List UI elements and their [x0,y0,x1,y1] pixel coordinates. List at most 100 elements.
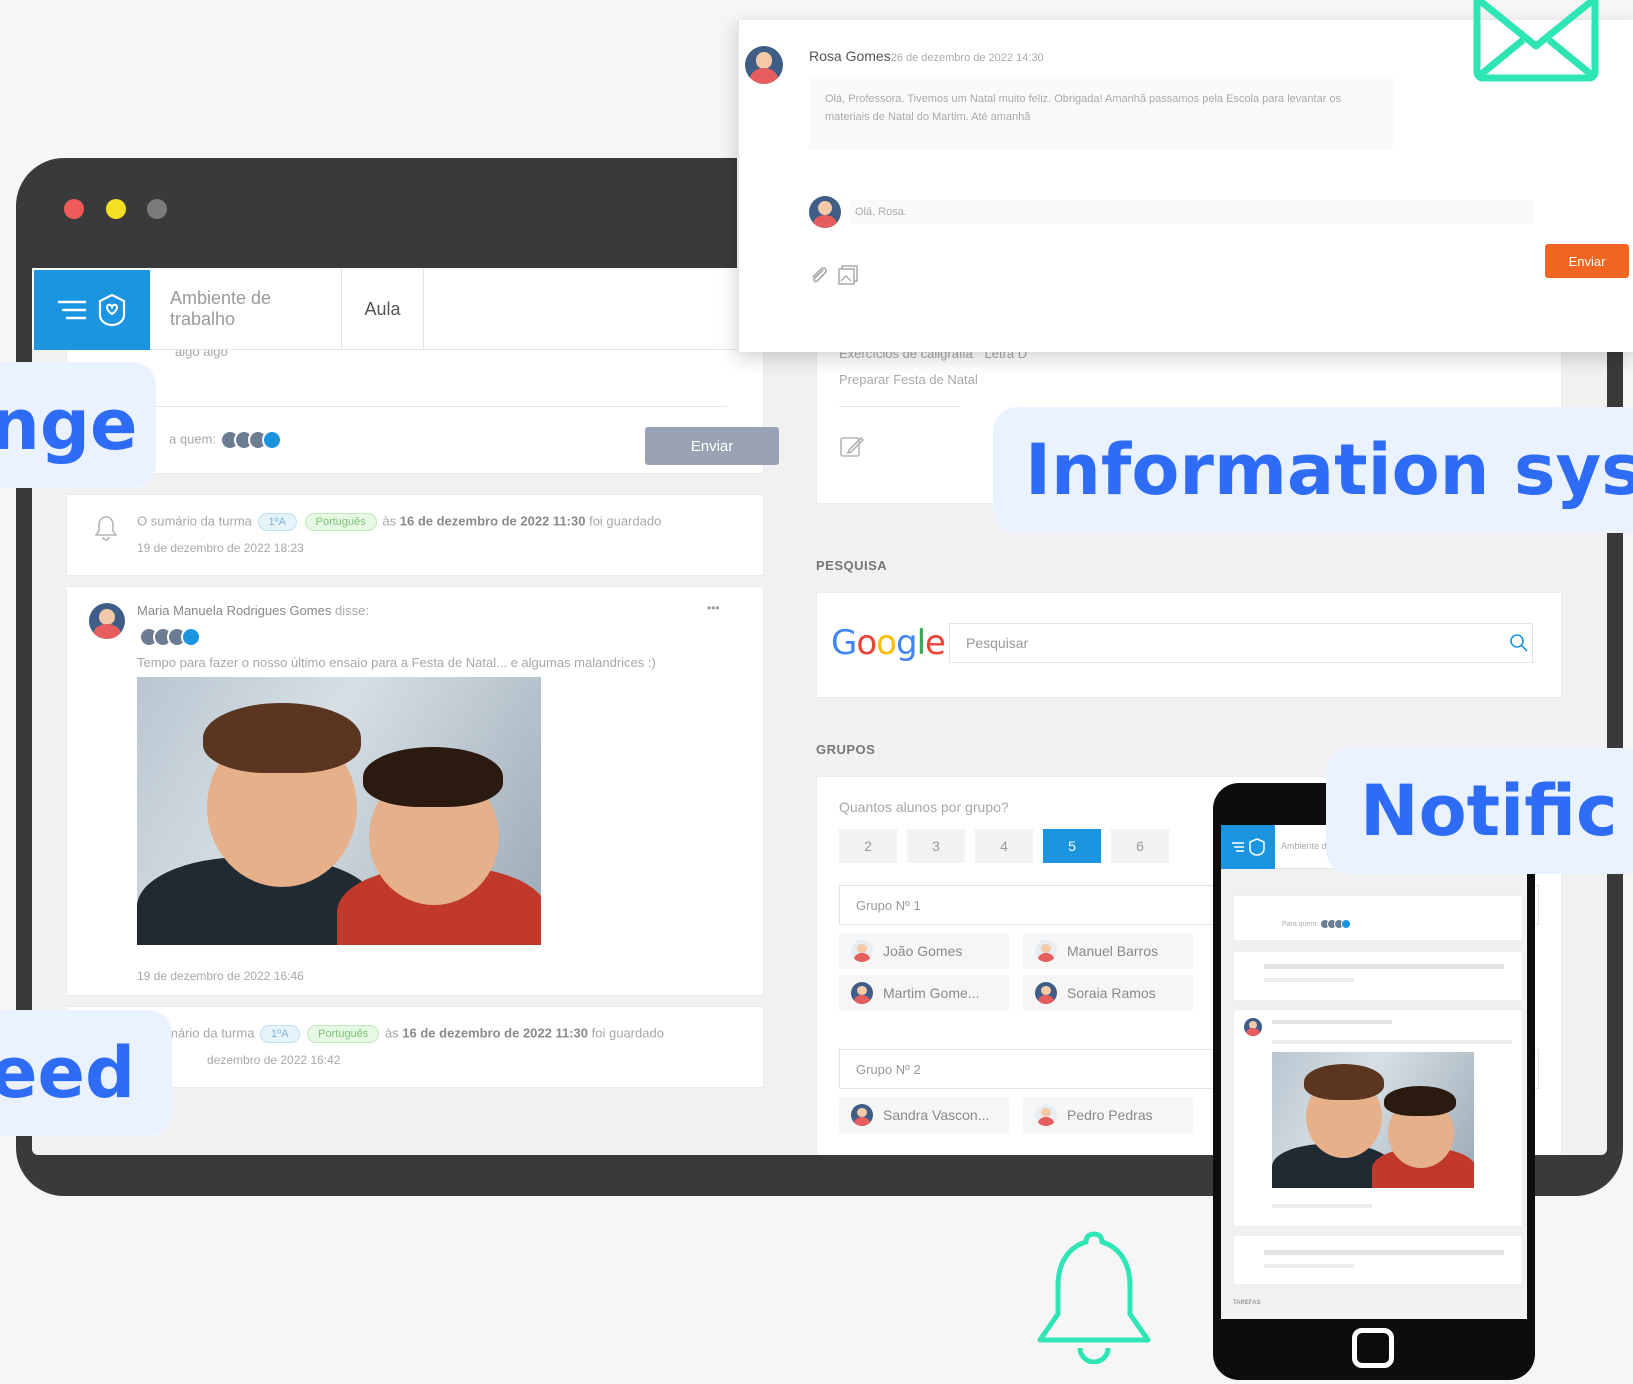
member-avatar [1035,940,1057,962]
notice-suffix: foi guardado [589,513,662,529]
groups-question: Quantos alunos por grupo? [839,799,1009,815]
post-audience-avatars[interactable] [139,627,201,647]
notice-date: 16 de dezembro de 2022 11:30 [399,513,586,529]
attach-icon[interactable] [809,264,829,286]
group-size-option[interactable]: 3 [907,829,965,863]
photo-hair-left [1304,1064,1384,1100]
phone-menu-button[interactable] [1221,825,1275,869]
window-minimize-dot[interactable] [106,199,126,219]
photo-hair-left [203,703,361,773]
phone-notice-line [1264,978,1354,982]
phone-composer: Para quem: [1233,895,1523,941]
phone-notice-line [1264,1250,1504,1255]
window-maximize-dot[interactable] [147,199,167,219]
bell-icon [95,516,117,541]
groups-section-label: GRUPOS [816,742,876,757]
notification-bell-icon [1037,1231,1151,1364]
search-section-label: PESQUISA [816,558,888,573]
group-member[interactable]: Pedro Pedras [1023,1097,1193,1133]
phone-notice [1233,951,1523,1001]
group-member[interactable]: Sandra Vascon... [839,1097,1009,1133]
phone-post-photo[interactable] [1272,1052,1474,1188]
notice-text: mário da turma [167,1025,255,1041]
notice-date: 16 de dezembro de 2022 11:30 [402,1025,589,1041]
menu-icon [57,300,87,320]
post-author[interactable]: Maria Manuela Rodrigues Gomes [137,603,331,618]
phone-post-line [1272,1204,1372,1208]
composer-divider [101,406,727,407]
subject-chip[interactable]: Português [304,513,377,531]
notice-at: às [382,513,397,529]
notice-timestamp: 19 de dezembro de 2022 18:23 [137,541,304,555]
phone-author-avatar [1244,1018,1262,1036]
window-close-dot[interactable] [64,199,84,219]
label-pill-feed: eed [0,1010,172,1136]
tab-class[interactable]: Aula [342,268,424,350]
phone-tasks-label: TAREFAS [1233,1300,1261,1306]
group-size-option-selected[interactable]: 5 [1043,829,1101,863]
member-avatar [851,982,873,1004]
phone-audience-avatars[interactable] [1320,919,1352,929]
phone-post [1233,1009,1523,1227]
search-card: Google Pesquisar [816,592,1562,698]
group-member[interactable]: Soraia Ramos [1023,975,1193,1011]
menu-button[interactable] [34,270,150,350]
message-author[interactable]: Rosa Gomes [809,48,891,64]
phone-notice [1233,1235,1523,1285]
photo-hair-right [363,747,503,807]
image-icon[interactable] [837,264,859,286]
notice-timestamp: dezembro de 2022 16:42 [207,1053,341,1067]
audience-label: a quem: [169,431,216,447]
app-logo-icon [1249,838,1265,856]
group-member[interactable]: Martim Gome... [839,975,1009,1011]
group-member[interactable]: Manuel Barros [1023,933,1193,969]
message-body: Olá, Professora. Tivemos um Natal muito … [809,76,1393,150]
menu-icon [1232,842,1244,852]
post-text: Tempo para fazer o nosso último ensaio p… [137,655,656,670]
post-timestamp: 19 de dezembro de 2022 16:46 [137,969,304,983]
phone-notice-line [1264,964,1504,969]
group-size-option[interactable]: 6 [1111,829,1169,863]
feed-notice: O sumário da turma 1ºA Português às 16 d… [66,494,764,576]
post-photo[interactable] [137,677,541,945]
label-pill-information: Information sys [993,407,1633,533]
composer-send-button[interactable]: Enviar [645,427,779,465]
notice-at: às [384,1025,399,1041]
message-send-button[interactable]: Enviar [1545,244,1629,278]
search-icon[interactable] [1509,633,1529,653]
phone-tab-workspace[interactable]: Ambiente d [1281,841,1327,851]
task-item[interactable]: Preparar Festa de Natal [839,372,978,387]
phone-post-line [1272,1040,1512,1044]
app-logo-icon [98,293,126,327]
audience-avatars[interactable] [219,430,282,450]
phone-home-button[interactable] [1352,1328,1394,1368]
notice-text: O sumário da turma [137,513,252,529]
group-member[interactable]: João Gomes [839,933,1009,969]
group-size-option[interactable]: 4 [975,829,1033,863]
post-more-button[interactable]: ••• [707,601,720,615]
member-avatar [1035,982,1057,1004]
tasks-divider [839,406,959,407]
post-verb: disse: [335,603,369,618]
sender-avatar[interactable] [745,46,783,84]
notice-suffix: foi guardado [591,1025,664,1041]
label-pill-notifications: Notific [1326,748,1633,874]
post-composer: algo algo a quem: Enviar [66,344,779,474]
group-size-option[interactable]: 2 [839,829,897,863]
edit-icon[interactable] [839,434,865,460]
photo-hair-right [1384,1086,1456,1116]
reply-input[interactable]: Olá, Rosa. [849,200,1533,224]
author-avatar[interactable] [89,603,125,639]
phone-screen: Ambiente d Para quem: TAREFAS [1221,825,1527,1319]
reply-avatar [809,196,841,228]
tab-workspace[interactable]: Ambiente de trabalho [152,268,342,350]
class-chip[interactable]: 1ºA [257,513,297,531]
message-date: 26 de dezembro de 2022 14:30 [890,52,1044,64]
subject-chip[interactable]: Português [307,1025,380,1043]
member-avatar [851,940,873,962]
mail-icon [1473,0,1599,82]
google-logo: Google [831,623,946,663]
member-avatar [851,1104,873,1126]
search-input[interactable]: Pesquisar [949,623,1533,663]
class-chip[interactable]: 1ºA [260,1025,300,1043]
